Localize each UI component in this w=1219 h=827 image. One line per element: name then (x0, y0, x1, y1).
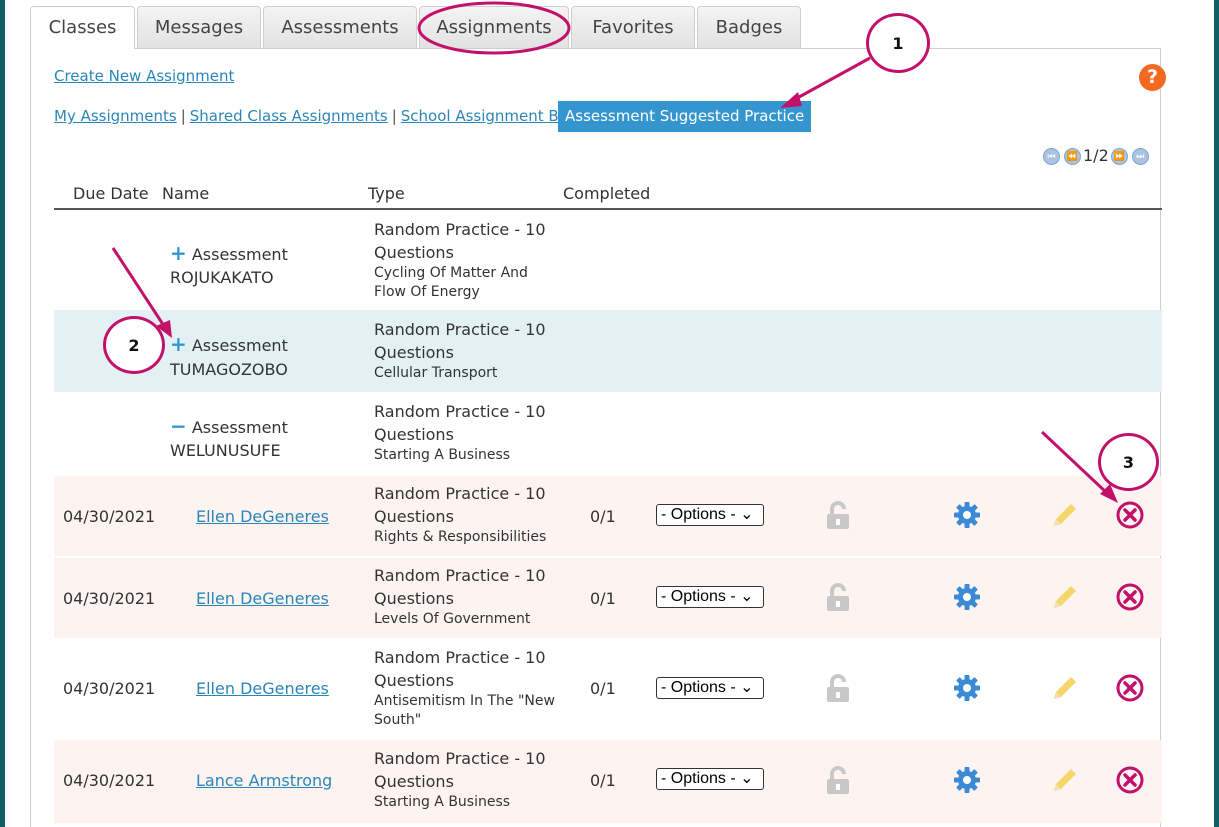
annotation-marker-1: 1 (866, 13, 930, 73)
assignments-tab-highlight (417, 1, 571, 55)
annotation-marker-3: 3 (1098, 433, 1159, 491)
annotation-arrow-2 (111, 247, 166, 327)
annotation-marker-2: 2 (103, 316, 165, 374)
annotation-arrowhead-1 (780, 92, 802, 108)
annotation-arrow-1 (789, 56, 871, 104)
annotation-overlay (111, 1, 1118, 503)
